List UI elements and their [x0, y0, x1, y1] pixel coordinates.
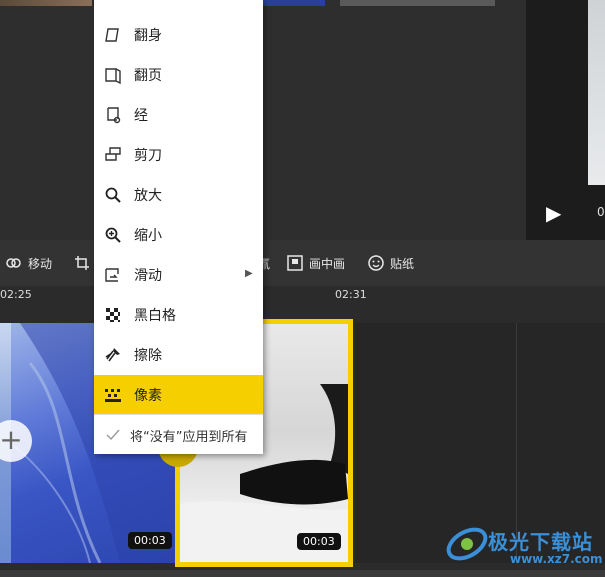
horizontal-scrollbar[interactable] — [0, 570, 605, 577]
menu-item-label: 剪刀 — [134, 148, 162, 164]
menu-item-label: 翻页 — [134, 68, 162, 84]
menu-item-slide[interactable]: 滑动 — [94, 255, 263, 295]
menu-item-checkerboard[interactable]: 黑白格 — [94, 295, 263, 335]
play-icon[interactable]: ▶ — [546, 202, 568, 224]
thumbnail-strip — [340, 0, 495, 6]
time-readout: 0 — [597, 205, 605, 219]
checkerboard-icon — [106, 308, 120, 322]
menu-item-flip[interactable]: 翻身 — [94, 15, 263, 55]
menu-item-scroll[interactable]: 经 — [94, 95, 263, 135]
sticker-button[interactable]: 贴纸 — [368, 253, 414, 273]
menu-item-label: 缩小 — [134, 228, 162, 244]
watermark-text: 极光下载站 — [488, 530, 593, 554]
player-video — [588, 0, 605, 185]
flip-icon — [105, 28, 119, 42]
scroll-icon — [107, 107, 121, 124]
zoom-in-icon — [105, 187, 121, 203]
preview-area — [0, 0, 605, 240]
menu-item-label: 滑动 — [134, 268, 162, 284]
menu-item-label: 擦除 — [134, 348, 162, 364]
checkmark-icon — [106, 429, 120, 441]
ruler-label: 02:31 — [335, 288, 367, 301]
time-ruler[interactable] — [0, 286, 605, 309]
menu-item-label: 黑白格 — [134, 308, 176, 324]
apply-to-all-item[interactable]: 将“没有”应用到所有 — [94, 416, 263, 454]
menu-item-label: 像素 — [134, 388, 162, 404]
watermark-url: www.xz7.com — [510, 552, 603, 566]
page-turn-icon — [105, 68, 121, 84]
zoom-out-icon — [105, 227, 121, 243]
clip-duration-badge: 00:03 — [297, 533, 341, 550]
menu-item-label: 放大 — [134, 188, 162, 204]
thumbnail-strip — [0, 0, 92, 6]
crop-icon — [75, 256, 89, 270]
menu-item-pixel[interactable]: 像素 — [94, 375, 263, 415]
picture-in-picture-icon — [287, 255, 303, 271]
menu-item-label: 经 — [134, 108, 148, 124]
menu-item-erase[interactable]: 擦除 — [94, 335, 263, 375]
apply-to-all-label: 将“没有”应用到所有 — [130, 429, 248, 445]
submenu-arrow-icon: ▶ — [245, 268, 253, 279]
move-label: 移动 — [28, 256, 53, 271]
move-icon — [6, 258, 21, 268]
menu-item-zoom-in[interactable]: 放大 — [94, 175, 263, 215]
menu-item-label: 翻身 — [134, 28, 162, 44]
ruler-label: 02:25 — [0, 288, 32, 301]
slide-icon — [105, 268, 119, 282]
menu-item-scissors[interactable]: 剪刀 — [94, 135, 263, 175]
watermark-logo — [446, 527, 488, 561]
erase-icon — [105, 348, 120, 362]
menu-item-zoom-out[interactable]: 缩小 — [94, 215, 263, 255]
menu-divider — [94, 414, 263, 415]
scissors-icon — [105, 147, 121, 161]
crop-button[interactable] — [74, 253, 90, 273]
move-button[interactable]: 移动 — [6, 253, 52, 273]
pixel-icon — [105, 389, 121, 402]
sticker-label: 贴纸 — [390, 256, 415, 271]
sticker-icon — [368, 255, 384, 271]
picture-in-picture-button[interactable]: 画中画 — [287, 253, 345, 273]
picture-in-picture-label: 画中画 — [309, 256, 346, 271]
menu-item-page-turn[interactable]: 翻页 — [94, 55, 263, 95]
thumbnail-strip — [263, 0, 325, 6]
clip-duration-badge: 00:03 — [128, 532, 172, 549]
